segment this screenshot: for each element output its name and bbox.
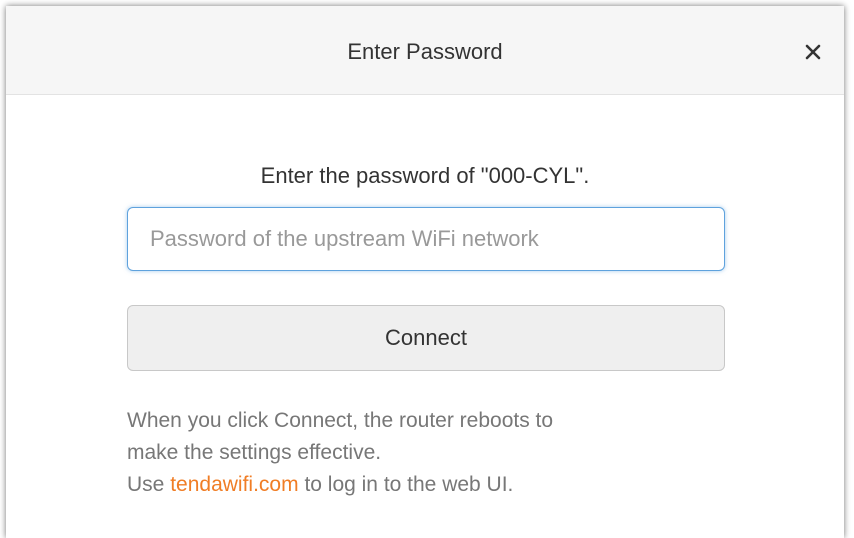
dialog-header: Enter Password [6, 6, 844, 95]
note-line-1: When you click Connect, the router reboo… [127, 409, 554, 432]
tendawifi-link[interactable]: tendawifi.com [170, 473, 298, 496]
note-line-3-suffix: to log in to the web UI. [304, 473, 514, 496]
close-icon [805, 44, 821, 60]
password-prompt: Enter the password of "000-CYL". [260, 163, 590, 188]
password-input[interactable] [127, 207, 725, 271]
enter-password-dialog: Enter Password Enter the password of "00… [6, 6, 844, 538]
note-line-3-prefix: Use [127, 473, 165, 496]
close-button[interactable] [800, 39, 826, 65]
connect-button[interactable]: Connect [127, 305, 725, 371]
note-line-3: Use tendawifi.com to log in to the web U… [127, 469, 747, 501]
reboot-note: When you click Connect, the router reboo… [127, 405, 747, 501]
note-line-2: make the settings effective. [127, 441, 382, 464]
dialog-title: Enter Password [347, 39, 503, 64]
